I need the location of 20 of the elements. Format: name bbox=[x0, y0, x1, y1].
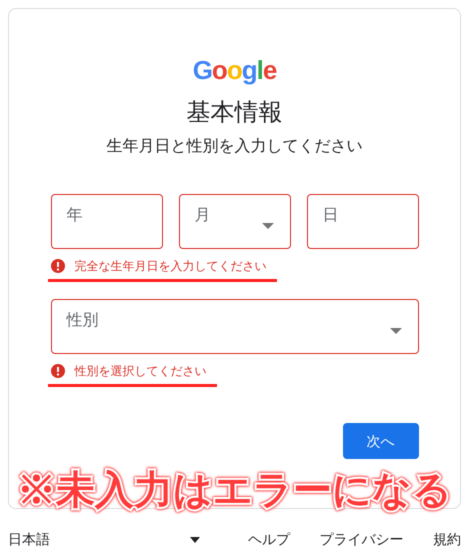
footer-link[interactable]: プライバシー bbox=[320, 529, 404, 550]
alert-icon bbox=[50, 364, 64, 378]
next-button[interactable]: 次へ bbox=[342, 423, 418, 459]
input-field[interactable]: 日 bbox=[306, 194, 418, 249]
google-logo: Google bbox=[192, 57, 276, 83]
error-text: 性別を選択してください bbox=[74, 363, 206, 380]
language-select[interactable]: 日本語 bbox=[8, 529, 200, 550]
page-title: 基本情報 bbox=[186, 101, 282, 125]
subtitle: 生年月日と性別を入力してください bbox=[106, 139, 362, 155]
dropdown-field[interactable]: 月 bbox=[178, 194, 290, 249]
caret-icon bbox=[190, 536, 200, 542]
footer-link[interactable]: 規約 bbox=[433, 529, 461, 550]
error-text: 完全な生年月日を入力してください bbox=[74, 258, 266, 275]
alert-icon bbox=[50, 259, 64, 273]
input-field[interactable]: 年 bbox=[50, 194, 162, 249]
caret-icon bbox=[390, 328, 402, 334]
footer-link[interactable]: ヘルプ bbox=[248, 529, 290, 550]
annotation-text: ※未入力はエラーになる bbox=[17, 471, 452, 510]
dropdown-field[interactable]: 性別 bbox=[50, 299, 418, 354]
caret-icon bbox=[262, 223, 274, 229]
